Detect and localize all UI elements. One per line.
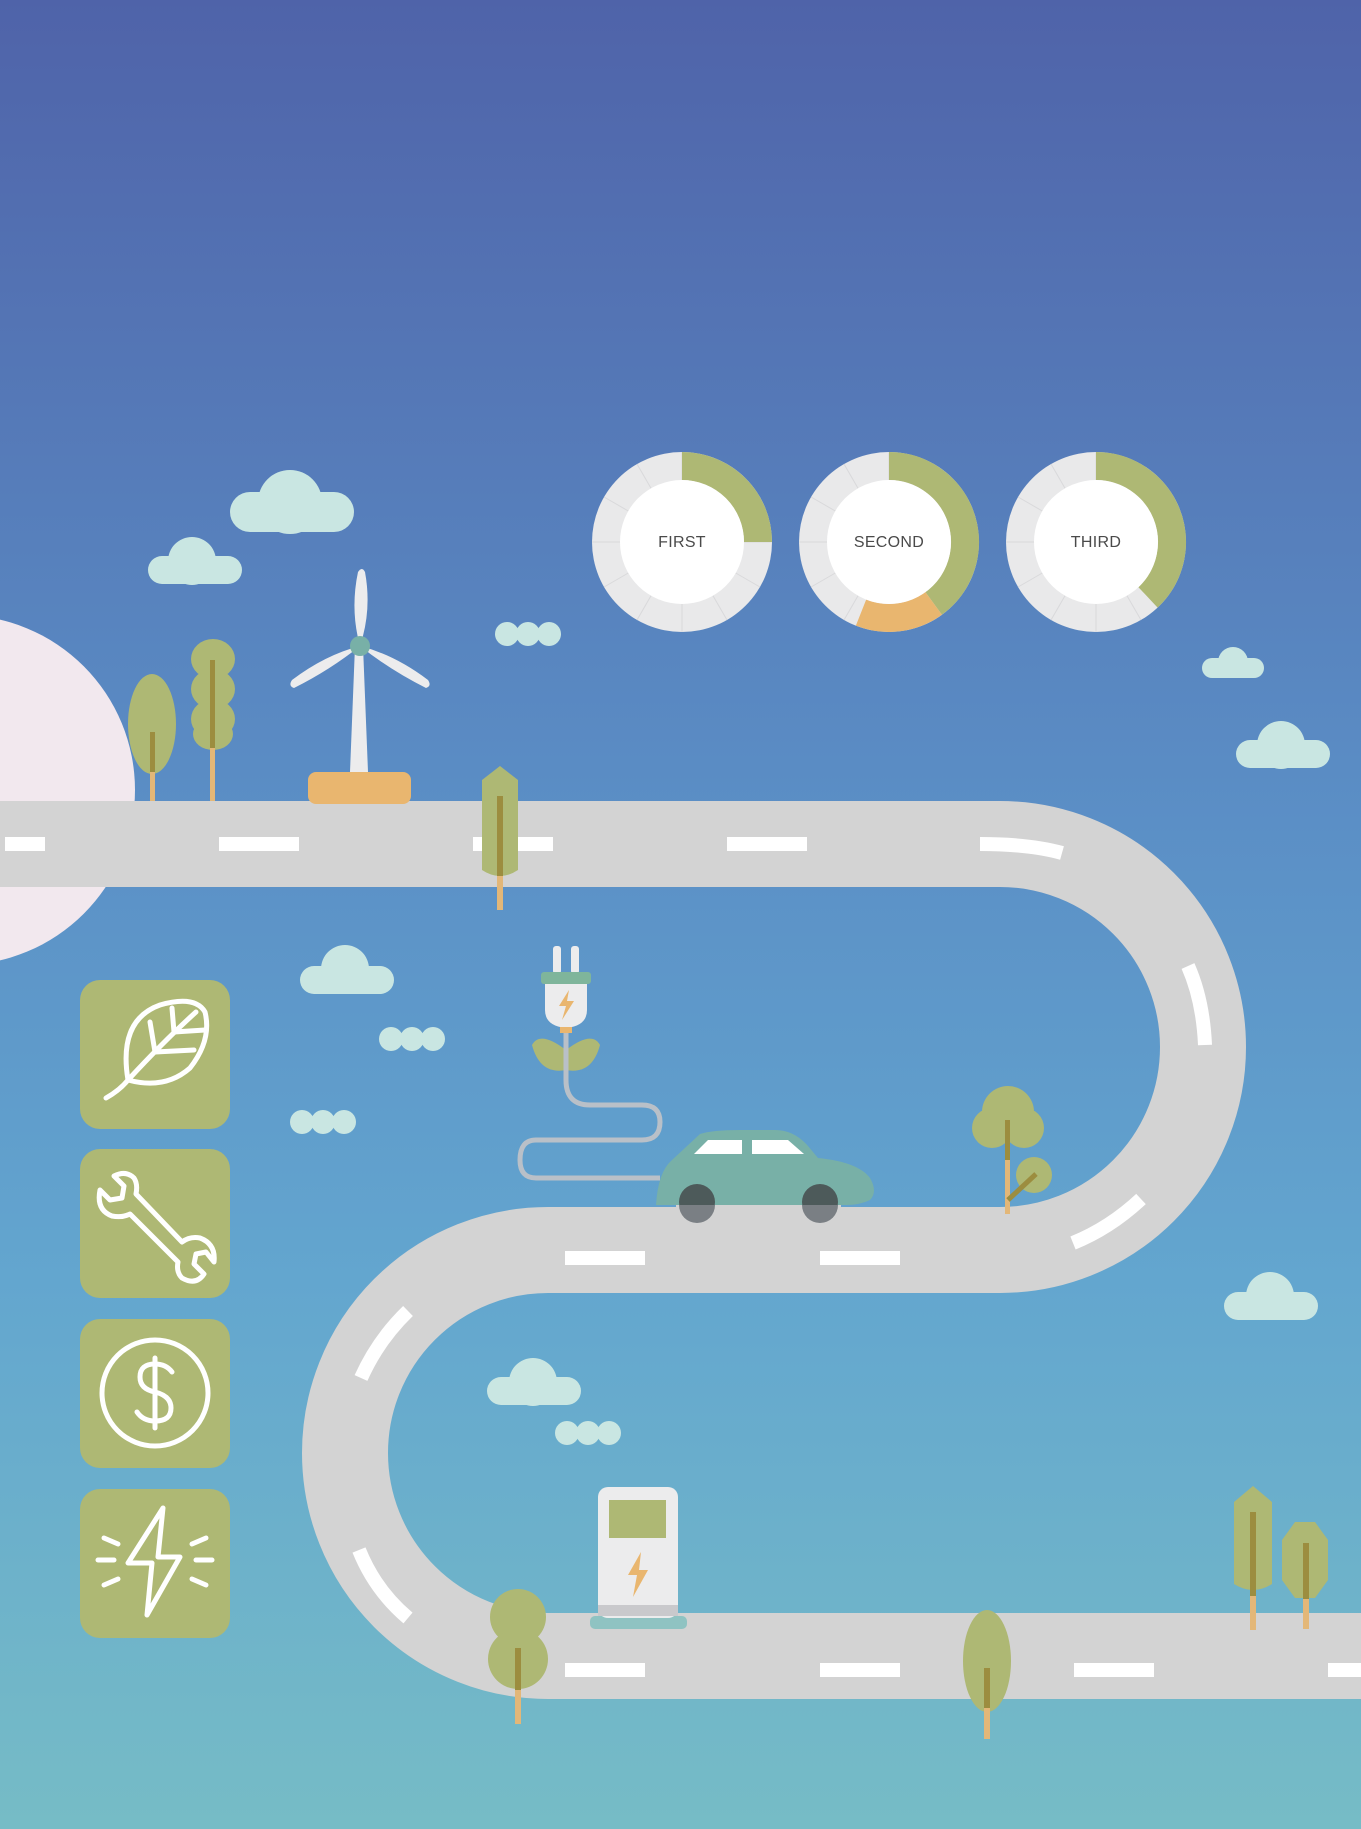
feature-tiles — [80, 980, 230, 1638]
cloud — [300, 945, 394, 994]
progress-rings: FIRST SECOND THIRD — [592, 452, 1186, 632]
turbine-hub — [350, 636, 370, 656]
lightning-tile — [80, 1489, 230, 1638]
wind-turbine — [290, 569, 430, 804]
leaf-tile — [80, 980, 230, 1129]
tree — [1282, 1522, 1328, 1629]
cloud — [1224, 1272, 1318, 1320]
tree — [128, 674, 176, 801]
progress-ring-first: FIRST — [592, 452, 772, 632]
dollar-tile — [80, 1319, 230, 1468]
ring-label: THIRD — [1071, 534, 1121, 551]
cloud — [148, 537, 242, 585]
eco-road-illustration: FIRST SECOND THIRD — [0, 452, 1361, 1739]
cloud — [1236, 721, 1330, 769]
progress-ring-second: SECOND — [799, 452, 979, 632]
tree — [972, 1086, 1052, 1214]
tree — [963, 1610, 1011, 1739]
dot-cloud — [495, 622, 561, 646]
station-screen — [609, 1500, 666, 1538]
cloud — [230, 470, 354, 534]
ring-label: FIRST — [658, 534, 706, 551]
tree — [191, 639, 235, 801]
progress-ring-third: THIRD — [1006, 452, 1186, 632]
dot-cloud — [290, 1110, 356, 1134]
sun-circle — [0, 619, 135, 961]
ring-progress-orange — [855, 591, 942, 632]
cloud — [487, 1358, 581, 1406]
cloud — [1202, 647, 1264, 678]
wrench-tile — [80, 1149, 230, 1298]
ring-label: SECOND — [854, 534, 924, 551]
tree — [488, 1589, 548, 1724]
dot-cloud — [379, 1027, 445, 1051]
turbine-tower — [350, 646, 368, 772]
turbine-base — [308, 772, 411, 804]
dot-cloud — [555, 1421, 621, 1445]
tree — [1234, 1486, 1272, 1630]
tree — [482, 766, 518, 910]
charging-station — [590, 1487, 687, 1629]
